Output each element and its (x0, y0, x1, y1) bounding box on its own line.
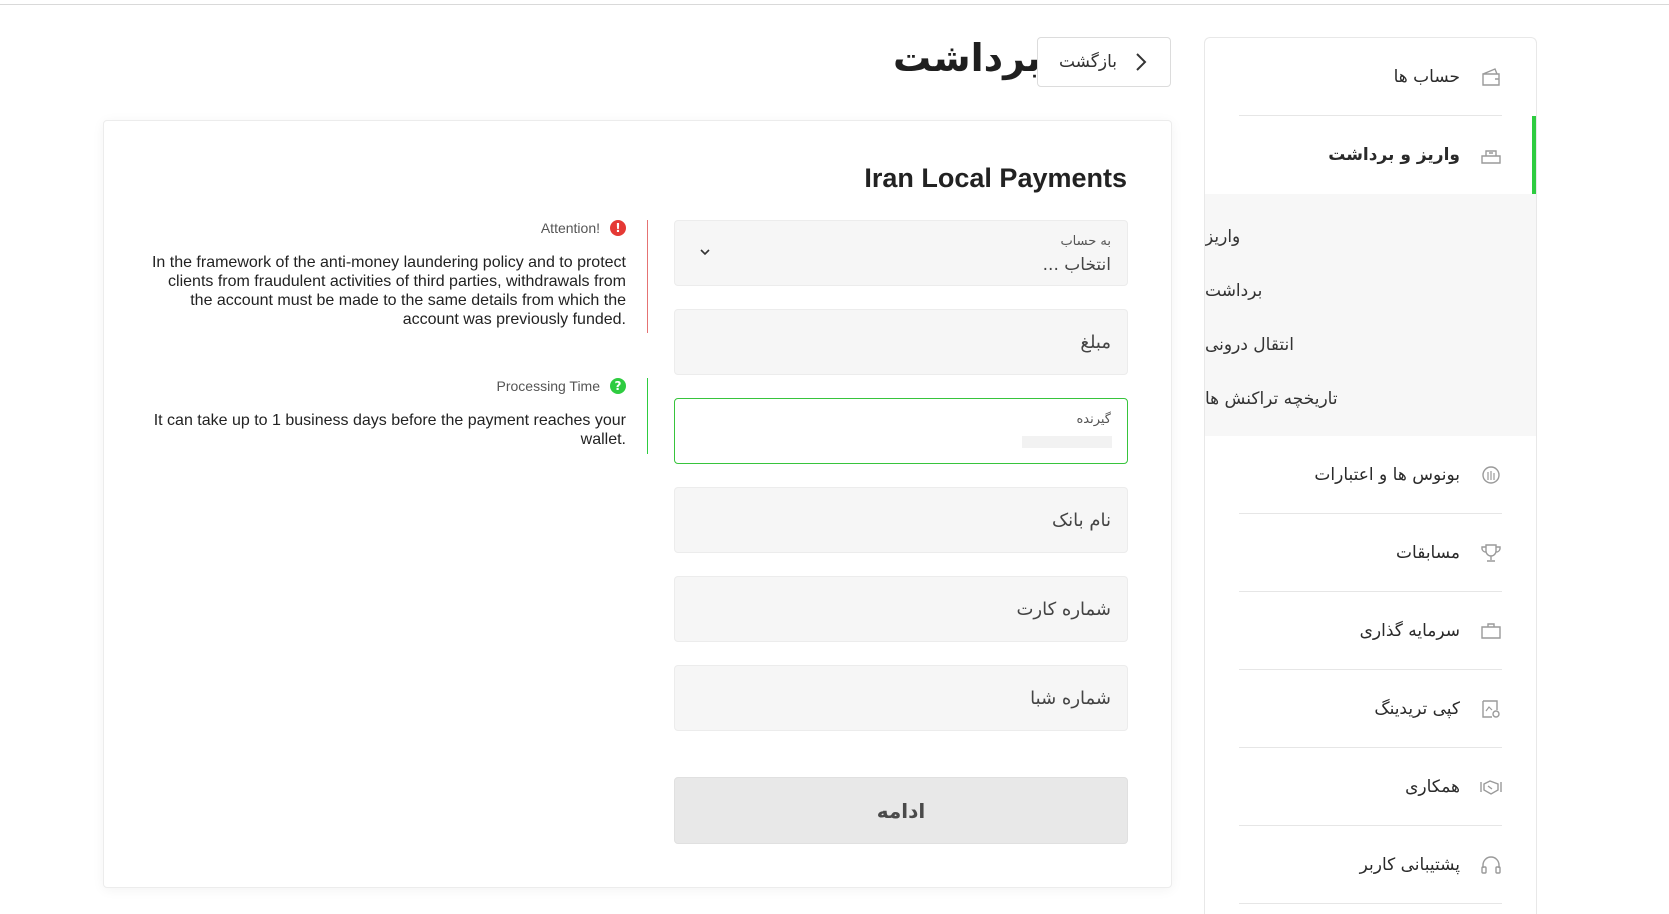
account-select[interactable]: به حساب انتخاب ... (674, 220, 1128, 286)
sidebar-item-competitions[interactable]: مسابقات (1205, 514, 1536, 592)
processing-body: It can take up to 1 business days before… (153, 412, 626, 448)
bank-name-placeholder: نام بانک (1052, 510, 1111, 531)
amount-input[interactable]: مبلغ (674, 309, 1128, 375)
page-title: برداشت (893, 36, 1042, 80)
question-icon: ? (610, 378, 626, 394)
active-indicator (1532, 116, 1536, 194)
recipient-input[interactable]: گیرنده (674, 398, 1128, 464)
chevron-down-icon (700, 249, 710, 256)
submenu-item-withdraw[interactable]: برداشت (1205, 264, 1536, 318)
sidebar-item-label: حساب ها (1393, 67, 1460, 87)
sheba-number-input[interactable]: شماره شبا (674, 665, 1128, 731)
top-divider (0, 4, 1669, 5)
briefcase-icon (1478, 618, 1504, 644)
sidebar-item-label: مسابقات (1396, 543, 1460, 563)
attention-body: In the framework of the anti-money laund… (151, 254, 626, 328)
submenu-item-internal-transfer[interactable]: انتقال درونی (1205, 318, 1536, 372)
account-label: به حساب (1060, 234, 1111, 249)
attention-notice: Attention! ! In the framework of the ant… (144, 220, 648, 333)
bonus-icon (1478, 462, 1504, 488)
recipient-value-redacted (1022, 436, 1112, 448)
recipient-label: گیرنده (1076, 412, 1111, 427)
processing-divider (646, 378, 648, 454)
sidebar-item-label: کپی تریدینگ (1374, 699, 1460, 719)
bank-name-input[interactable]: نام بانک (674, 487, 1128, 553)
sidebar-item-label: واریز و برداشت (1328, 145, 1460, 165)
submenu: واریز برداشت انتقال درونی تاریخچه تراکنش… (1205, 194, 1536, 436)
amount-placeholder: مبلغ (1080, 332, 1111, 353)
form-title: Iran Local Payments (864, 163, 1127, 193)
sidebar-item-copy-trading[interactable]: کپی تریدینگ (1205, 670, 1536, 748)
submenu-item-transaction-history[interactable]: تاریخچه تراکنش ها (1205, 372, 1536, 426)
wallet-icon (1478, 64, 1504, 90)
back-button-label: بازگشت (1058, 52, 1118, 72)
withdraw-card: Iran Local Payments به حساب انتخاب ... م… (103, 120, 1172, 888)
account-value: انتخاب ... (1042, 255, 1111, 275)
trophy-icon (1478, 540, 1504, 566)
attention-divider (646, 220, 648, 333)
submenu-item-deposit[interactable]: واریز (1205, 210, 1536, 264)
sidebar-item-label: همکاری (1405, 777, 1460, 797)
processing-title: Processing Time (496, 378, 600, 394)
sidebar-item-support[interactable]: پشتیبانی کاربر (1205, 826, 1536, 904)
sidebar-item-investment[interactable]: سرمایه گذاری (1205, 592, 1536, 670)
sidebar-item-accounts[interactable]: حساب ها (1205, 38, 1536, 116)
sidebar-item-label: سرمایه گذاری (1359, 621, 1460, 641)
sidebar-item-label: بونوس ها و اعتبارات (1314, 465, 1460, 485)
sidebar-item-partnership[interactable]: همکاری (1205, 748, 1536, 826)
sidebar-item-deposit-withdraw[interactable]: واریز و برداشت (1205, 116, 1536, 194)
sheba-number-placeholder: شماره شبا (1030, 688, 1111, 709)
divider (1239, 903, 1502, 904)
continue-button[interactable]: ادامه (674, 777, 1128, 844)
exclamation-icon: ! (610, 220, 626, 236)
handshake-icon (1478, 774, 1504, 800)
attention-title: Attention! (540, 220, 600, 236)
sidebar: حساب ها واریز و برداشت واریز برداشت انتق… (1204, 37, 1537, 914)
card-number-input[interactable]: شماره کارت (674, 576, 1128, 642)
processing-time-notice: Processing Time ? It can take up to 1 bu… (144, 378, 648, 454)
deposit-withdraw-icon (1478, 142, 1504, 168)
copy-trading-icon (1478, 696, 1504, 722)
chevron-right-icon (1136, 53, 1147, 71)
card-number-placeholder: شماره کارت (1016, 599, 1111, 620)
sidebar-item-bonuses[interactable]: بونوس ها و اعتبارات (1205, 436, 1536, 514)
headset-icon (1478, 852, 1504, 878)
sidebar-item-label: پشتیبانی کاربر (1359, 855, 1460, 875)
back-button[interactable]: بازگشت (1037, 37, 1171, 87)
